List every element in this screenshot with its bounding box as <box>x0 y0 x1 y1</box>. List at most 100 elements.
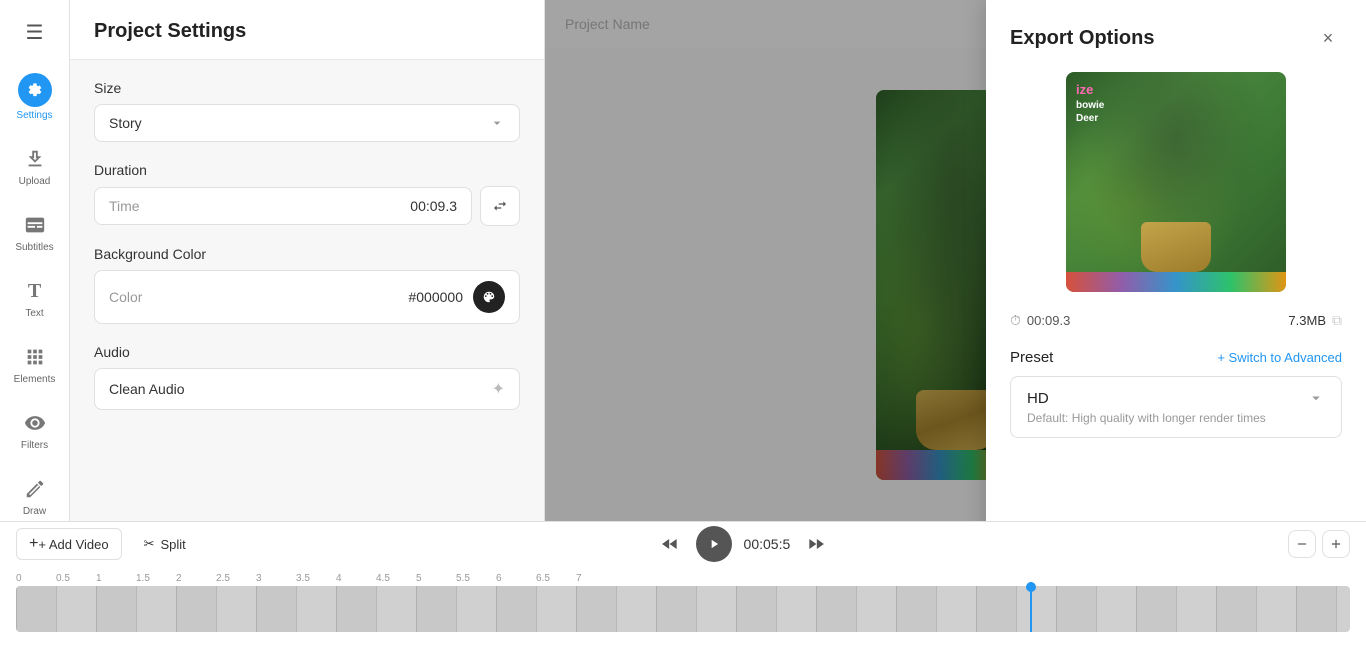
close-modal-button[interactable]: × <box>1314 24 1342 52</box>
preset-section: Preset + Switch to Advanced HD Default: … <box>1010 349 1342 438</box>
color-picker-button[interactable] <box>473 281 505 313</box>
size-field-group: Size Story <box>94 80 520 142</box>
ruler-mark-6: 3 <box>256 573 296 584</box>
ruler-mark-2: 1 <box>96 573 136 584</box>
ruler-mark-13: 6.5 <box>536 573 576 584</box>
timeline-controls: + + Add Video ✂ Split 00:05:5 <box>0 522 1366 566</box>
export-duration: 00:09.3 <box>1027 313 1070 328</box>
split-label: Split <box>161 537 186 552</box>
ruler-mark-5: 2.5 <box>216 573 256 584</box>
zoom-in-button[interactable] <box>1322 530 1350 558</box>
bg-color-field-group: Background Color Color #000000 <box>94 246 520 324</box>
thumb-pot <box>1141 222 1211 272</box>
export-meta-row: ⏱ 00:09.3 7.3MB ⧉ <box>1010 312 1342 329</box>
export-size-info: 7.3MB ⧉ <box>1288 312 1342 329</box>
menu-button[interactable]: ☰ <box>18 12 52 53</box>
copy-icon[interactable]: ⧉ <box>1332 312 1342 329</box>
swap-icon <box>492 198 508 214</box>
fast-forward-icon <box>806 534 826 554</box>
ruler-mark-9: 4.5 <box>376 573 416 584</box>
ruler-mark-10: 5 <box>416 573 456 584</box>
fast-forward-button[interactable] <box>802 530 830 558</box>
ruler-mark-0: 0 <box>16 573 56 584</box>
chevron-down-icon <box>489 115 505 131</box>
color-hex-value: #000000 <box>408 289 463 305</box>
export-preview-thumbnail: ize bowie Deer <box>1066 72 1286 292</box>
add-video-label: + Add Video <box>38 537 108 552</box>
export-modal: Export Options × ize <box>986 0 1366 521</box>
ruler-mark-7: 3.5 <box>296 573 336 584</box>
size-select[interactable]: Story <box>94 104 520 142</box>
sidebar-item-draw[interactable]: Draw <box>6 467 64 521</box>
settings-icon-circle <box>18 73 52 107</box>
main-canvas: Project Name Export Options <box>545 0 1366 521</box>
timeline-playhead[interactable] <box>1030 582 1032 632</box>
panel-body: Size Story Duration Time 00:09.3 <box>70 60 544 430</box>
time-field-label: Time <box>109 198 140 214</box>
preset-label: Preset <box>1010 349 1053 366</box>
sidebar-item-upload[interactable]: Upload <box>6 137 64 195</box>
duration-label: Duration <box>94 162 520 178</box>
ruler-mark-3: 1.5 <box>136 573 176 584</box>
rewind-icon <box>660 534 680 554</box>
time-display: 00:05:5 <box>744 536 791 552</box>
swap-duration-button[interactable] <box>480 186 520 226</box>
sidebar-item-filters[interactable]: Filters <box>6 401 64 459</box>
audio-field[interactable]: Clean Audio ✦ <box>94 368 520 410</box>
preset-description: Default: High quality with longer render… <box>1027 411 1325 425</box>
add-video-button[interactable]: + + Add Video <box>16 528 122 560</box>
sidebar-item-label-upload: Upload <box>19 176 51 187</box>
timeline-strip[interactable] <box>16 586 1350 632</box>
sidebar-item-subtitles[interactable]: Subtitles <box>6 203 64 261</box>
modal-overlay: Export Options × ize <box>545 0 1366 521</box>
sidebar-item-settings[interactable]: Settings <box>6 65 64 129</box>
play-icon <box>707 537 721 551</box>
thumb-colorful <box>1066 272 1286 292</box>
color-field[interactable]: Color #000000 <box>94 270 520 324</box>
close-icon: × <box>1323 28 1334 49</box>
bottom-timeline: + + Add Video ✂ Split 00:05:5 <box>0 521 1366 651</box>
upload-icon <box>21 145 49 173</box>
preset-name-row: HD <box>1027 389 1325 407</box>
color-field-label: Color <box>109 289 142 305</box>
hamburger-icon: ☰ <box>26 22 44 44</box>
rewind-button[interactable] <box>656 530 684 558</box>
audio-label: Audio <box>94 344 520 360</box>
sparkle-icon: ✦ <box>492 379 505 399</box>
left-panel: Project Settings Size Story Duration Tim… <box>70 0 545 521</box>
settings-icon <box>27 82 43 98</box>
sidebar: ☰ Settings Upload <box>0 0 70 521</box>
sidebar-item-label-text: Text <box>25 308 43 319</box>
preset-dropdown[interactable]: HD Default: High quality with longer ren… <box>1010 376 1342 438</box>
play-button[interactable] <box>696 526 732 562</box>
export-duration-info: ⏱ 00:09.3 <box>1010 312 1070 329</box>
ruler-mark-14: 7 <box>576 573 616 584</box>
zoom-out-icon <box>1295 537 1309 551</box>
ruler-mark-1: 0.5 <box>56 573 96 584</box>
add-video-plus-icon: + <box>29 535 38 553</box>
export-file-size: 7.3MB <box>1288 313 1326 328</box>
modal-title: Export Options <box>1010 27 1154 50</box>
split-button[interactable]: ✂ Split <box>132 530 198 558</box>
preset-header: Preset + Switch to Advanced <box>1010 349 1342 366</box>
ruler-mark-11: 5.5 <box>456 573 496 584</box>
duration-row: Time 00:09.3 <box>94 186 520 226</box>
palette-icon <box>482 290 496 304</box>
sidebar-item-text[interactable]: T Text <box>6 269 64 327</box>
zoom-in-icon <box>1329 537 1343 551</box>
bg-color-label: Background Color <box>94 246 520 262</box>
color-field-right: #000000 <box>408 281 505 313</box>
thumb-text-overlay: ize bowie Deer <box>1076 82 1104 125</box>
sidebar-item-elements[interactable]: Elements <box>6 335 64 393</box>
subtitles-icon <box>21 211 49 239</box>
duration-field[interactable]: Time 00:09.3 <box>94 187 472 225</box>
thumb-plant-bg: ize bowie Deer <box>1066 72 1286 292</box>
time-field-value: 00:09.3 <box>410 198 457 214</box>
sidebar-item-label-filters: Filters <box>21 440 48 451</box>
switch-advanced-button[interactable]: + Switch to Advanced <box>1217 350 1342 365</box>
zoom-out-button[interactable] <box>1288 530 1316 558</box>
ruler-mark-12: 6 <box>496 573 536 584</box>
chevron-down-preset-icon <box>1307 389 1325 407</box>
size-label: Size <box>94 80 520 96</box>
modal-header: Export Options × <box>1010 24 1342 52</box>
